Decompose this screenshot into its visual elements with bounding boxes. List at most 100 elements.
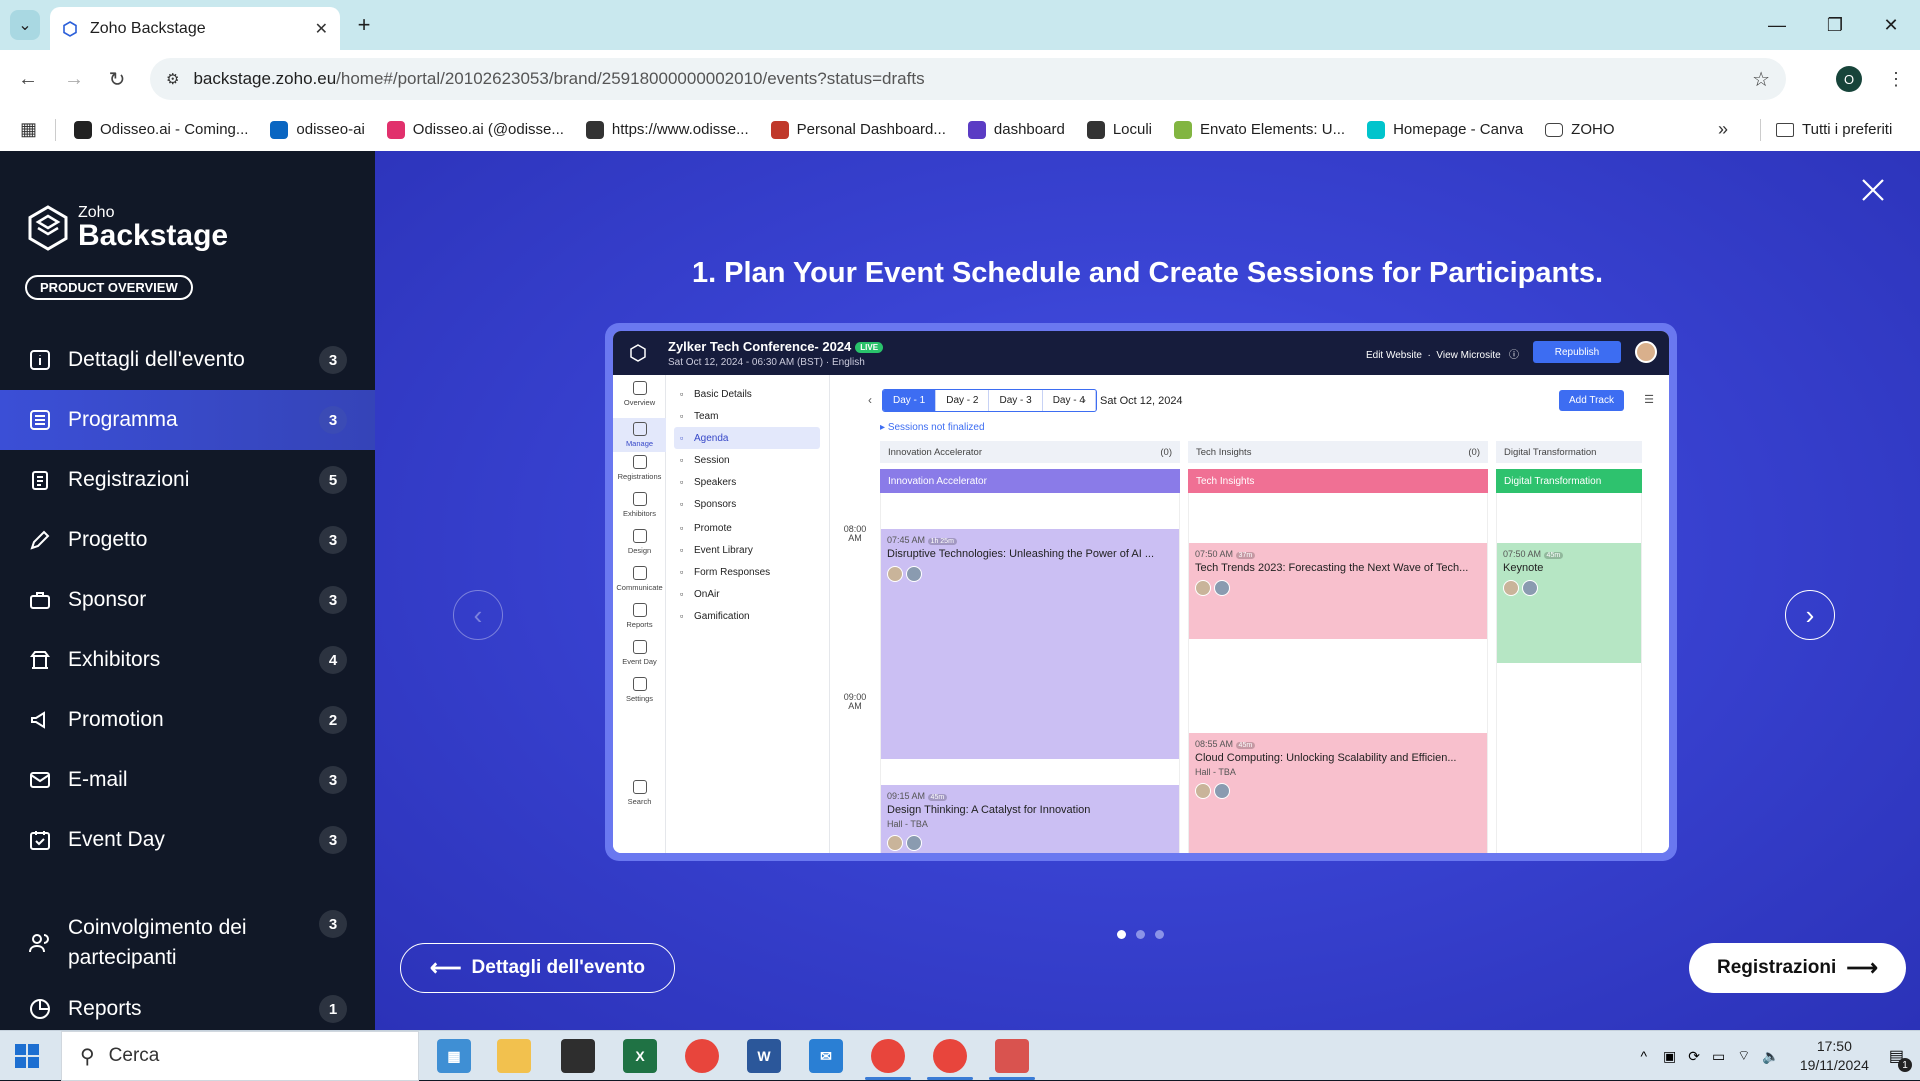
track-title: Tech Insights <box>1196 475 1255 487</box>
bookmark-star-icon[interactable]: ☆ <box>1752 67 1770 92</box>
taskbar-chrome-profile-icon[interactable] <box>871 1039 905 1073</box>
windows-start-icon[interactable] <box>14 1043 40 1069</box>
taskbar-clock[interactable]: 17:50 19/11/2024 <box>1800 1037 1869 1075</box>
day-tabs: Day - 1 Day - 2 Day - 3 Day - 4 <box>882 389 1097 412</box>
preview-rail-item: Exhibitors <box>613 492 666 518</box>
taskbar-mail-icon[interactable]: ✉ <box>809 1039 843 1073</box>
tab-search-chevron-icon[interactable]: ⌄ <box>10 10 40 40</box>
megaphone-icon <box>28 708 52 732</box>
session-card: 08:55 AM 45m Cloud Computing: Unlocking S… <box>1189 733 1487 853</box>
bookmark-item[interactable]: dashboard <box>967 120 1065 139</box>
new-tab-plus-icon[interactable]: + <box>349 10 379 40</box>
minimize-icon[interactable]: — <box>1748 0 1806 50</box>
tray-volume-icon[interactable]: 🔈 <box>1762 1048 1779 1065</box>
taskbar-explorer-icon[interactable] <box>497 1039 531 1073</box>
sidebar-item-label: Coinvolgimento dei partecipanti <box>68 916 247 969</box>
forward-arrow-icon[interactable]: → <box>58 63 90 95</box>
track-title: Digital Transformation <box>1504 475 1602 487</box>
preview-menu-label: Speakers <box>694 476 737 488</box>
next-section-button[interactable]: Registrazioni ⟶ <box>1689 943 1906 993</box>
bookmark-item[interactable]: Odisseo.ai (@odisse... <box>386 120 564 139</box>
taskbar-search[interactable]: ⚲ Cerca <box>61 1031 419 1081</box>
sidebar-item-count: 3 <box>319 766 347 794</box>
speaker-avatar <box>1503 580 1519 596</box>
bookmark-item[interactable]: Loculi <box>1086 120 1152 139</box>
carousel-dot[interactable] <box>1155 930 1164 939</box>
apps-grid-icon[interactable]: ▦ <box>20 119 37 140</box>
sidebar-item-progetto[interactable]: Progetto 3 <box>0 510 375 570</box>
window-close-icon[interactable]: ✕ <box>1862 0 1920 50</box>
tray-chevron-icon[interactable]: ^ <box>1640 1048 1647 1064</box>
preview-rail: Overview Manage Registrations Exhibitors Des… <box>613 375 666 853</box>
reload-icon[interactable]: ↻ <box>101 63 133 95</box>
preview-rail-icon <box>632 381 647 395</box>
carousel-dot[interactable] <box>1117 930 1126 939</box>
preview-rail-item: Reports <box>613 603 666 629</box>
browser-tab[interactable]: Zoho Backstage ✕ <box>50 7 340 50</box>
tray-wifi-icon[interactable]: ⌔ <box>1737 1047 1750 1065</box>
preview-header: Zylker Tech Conference- 2024 LIVE Sat Oct… <box>613 331 1669 375</box>
sidebar-item-sponsor[interactable]: Sponsor 3 <box>0 570 375 630</box>
carousel-dot[interactable] <box>1136 930 1145 939</box>
all-bookmarks-folder[interactable]: Tutti i preferiti <box>1776 121 1892 138</box>
bookmark-item[interactable]: Homepage - Canva <box>1367 120 1523 139</box>
bookmark-item[interactable]: ZOHO <box>1545 121 1615 139</box>
sidebar-item-e-mail[interactable]: E-mail 3 <box>0 750 375 810</box>
list-icon <box>28 408 52 432</box>
sidebar-item-event-day[interactable]: Event Day 3 <box>0 810 375 870</box>
preview-rail-label: Manage <box>625 439 654 448</box>
taskbar-app-icon[interactable] <box>995 1039 1029 1073</box>
session-name: Tech Trends 2023: Forecasting the Next W… <box>1195 562 1469 574</box>
taskbar-chrome-icon[interactable] <box>685 1039 719 1073</box>
browser-menu-icon[interactable]: ⋮ <box>1880 63 1912 95</box>
taskbar-store-icon[interactable]: ▦ <box>437 1039 471 1073</box>
taskbar-excel-icon[interactable]: X <box>623 1039 657 1073</box>
session-duration: 37m <box>1235 552 1256 559</box>
carousel-next-arrow-icon[interactable]: › <box>1785 590 1835 640</box>
notification-count: 1 <box>1898 1058 1912 1072</box>
session-name: Disruptive Technologies: Unleashing the … <box>887 548 1155 560</box>
bookmark-item[interactable]: https://www.odisse... <box>585 120 749 139</box>
sidebar-item-count: 3 <box>319 526 347 554</box>
sidebar-item-promotion[interactable]: Promotion 2 <box>0 690 375 750</box>
profile-avatar[interactable]: O <box>1836 66 1862 92</box>
sidebar-item-programma[interactable]: Programma 3 <box>0 390 375 450</box>
feature-screenshot: Zylker Tech Conference- 2024 LIVE Sat Oct… <box>605 323 1677 861</box>
tray-update-icon[interactable]: ⟳ <box>1688 1048 1700 1065</box>
close-icon[interactable] <box>1856 173 1890 207</box>
preview-event-subtitle: Sat Oct 12, 2024 - 06:30 AM (BST) · Engl… <box>668 357 865 368</box>
bookmark-item[interactable]: Envato Elements: U... <box>1174 120 1345 139</box>
preview-menu-item: ▫ Agenda <box>674 427 820 449</box>
preview-menu-icon: ▫ <box>680 455 684 465</box>
taskbar-notes-icon[interactable] <box>561 1039 595 1073</box>
taskbar-chrome-active-icon[interactable] <box>933 1039 967 1073</box>
search-icon: ⚲ <box>80 1045 95 1068</box>
site-settings-icon[interactable]: ⚙ <box>166 70 179 88</box>
more-bookmarks-chevron-icon[interactable]: » <box>1718 119 1728 140</box>
taskbar-word-icon[interactable]: W <box>747 1039 781 1073</box>
tab-title: Zoho Backstage <box>90 19 206 37</box>
track-name: Innovation Accelerator <box>888 446 983 458</box>
preview-menu-icon: ▫ <box>680 389 684 399</box>
prev-section-button[interactable]: ⟵ Dettagli dell'evento <box>400 943 675 993</box>
sidebar-item-coinvolgimento-dei-partecipanti[interactable]: Coinvolgimento dei partecipanti 3 <box>0 898 375 988</box>
restore-icon[interactable]: ❐ <box>1806 0 1864 50</box>
preview-menu-label: Team <box>694 410 719 422</box>
bookmark-item[interactable]: Personal Dashboard... <box>770 120 946 139</box>
tray-battery-icon[interactable]: ▭ <box>1712 1048 1725 1065</box>
sidebar-item-exhibitors[interactable]: Exhibitors 4 <box>0 630 375 690</box>
bookmark-item[interactable]: Odisseo.ai - Coming... <box>74 120 248 139</box>
carousel-prev-arrow-icon[interactable]: ‹ <box>453 590 503 640</box>
address-bar[interactable]: ⚙ backstage.zoho.eu/home#/portal/2010262… <box>150 58 1786 100</box>
preview-menu-label: Sponsors <box>694 498 737 510</box>
session-time: 07:50 AM <box>1195 549 1234 559</box>
sidebar-item-registrazioni[interactable]: Registrazioni 5 <box>0 450 375 510</box>
tab-close-icon[interactable]: ✕ <box>315 19 328 39</box>
tray-meet-icon[interactable]: ▣ <box>1663 1048 1676 1065</box>
back-arrow-icon[interactable]: ← <box>12 63 44 95</box>
session-name: Cloud Computing: Unlocking Scalability a… <box>1195 752 1457 764</box>
notification-icon[interactable]: ▤ 1 <box>1889 1046 1912 1072</box>
preview-menu-icon: ▫ <box>680 433 684 443</box>
bookmark-item[interactable]: odisseo-ai <box>270 120 365 139</box>
sidebar-item-dettagli-dell-evento[interactable]: Dettagli dell'evento 3 <box>0 330 375 390</box>
